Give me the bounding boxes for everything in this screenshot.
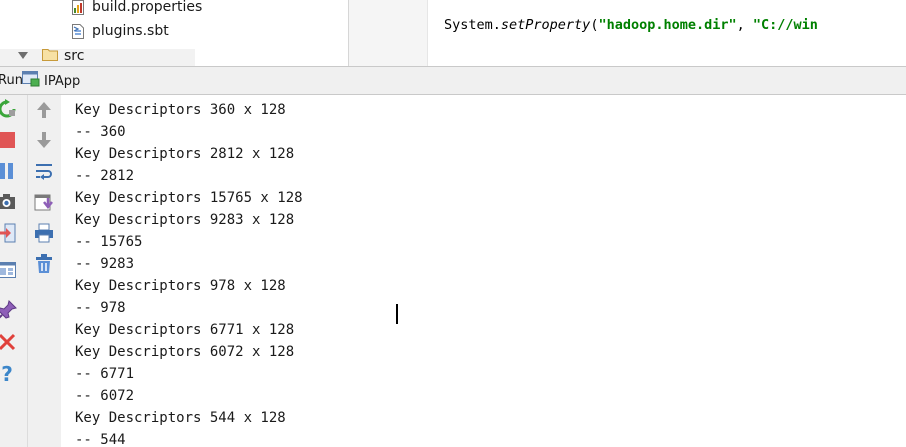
run-config-icon	[22, 71, 40, 91]
tree-item-label: src	[64, 48, 85, 64]
run-tool-window-header: Run IPApp	[0, 66, 906, 95]
scroll-to-end-icon	[34, 192, 54, 216]
tree-item-plugins-sbt[interactable]: plugins.sbt	[72, 21, 169, 41]
soft-wrap-button[interactable]	[33, 162, 55, 184]
run-outer-toolbar: ?	[0, 95, 27, 447]
pause-icon	[0, 162, 16, 184]
chevron-down-icon[interactable]	[18, 48, 32, 64]
print-icon	[34, 223, 54, 247]
next-occurrence-button[interactable]	[33, 131, 55, 153]
close-button[interactable]	[0, 333, 18, 355]
console-line: Key Descriptors 6771 x 128	[75, 322, 295, 338]
console-line: -- 360	[75, 124, 126, 140]
console-line: -- 2812	[75, 168, 135, 184]
console-line: -- 15765	[75, 234, 143, 250]
code-method-token: setProperty	[500, 17, 591, 33]
console-line: -- 9283	[75, 256, 135, 272]
layout-icon	[0, 261, 17, 283]
pin-button[interactable]	[0, 300, 18, 324]
stop-button[interactable]	[0, 131, 18, 153]
dump-threads-button[interactable]	[0, 193, 18, 215]
clear-all-button[interactable]	[33, 254, 55, 278]
camera-icon	[0, 193, 17, 215]
sbt-file-icon	[72, 23, 84, 39]
close-icon	[0, 333, 16, 355]
soft-wrap-icon	[34, 162, 54, 184]
console-lines: Key Descriptors 360 x 128 -- 360 Key Des…	[75, 99, 303, 447]
tree-item-src[interactable]: src	[18, 46, 84, 66]
exit-icon	[0, 223, 17, 247]
console-line: -- 6072	[75, 388, 135, 404]
scroll-to-end-button[interactable]	[33, 193, 55, 215]
gutter-separator	[427, 0, 428, 66]
console-line: -- 978	[75, 300, 126, 316]
console-line: Key Descriptors 6072 x 128	[75, 344, 295, 360]
tree-item-label: build.properties	[92, 0, 203, 15]
console-line: Key Descriptors 360 x 128	[75, 102, 286, 118]
tree-item-label: plugins.sbt	[92, 23, 169, 39]
console-line: Key Descriptors 544 x 128	[75, 410, 286, 426]
down-arrow-icon	[36, 131, 52, 153]
print-button[interactable]	[33, 223, 55, 247]
trash-icon	[35, 254, 53, 278]
project-tree: build.properties plugins.sbt src	[0, 0, 348, 66]
rerun-button[interactable]	[0, 99, 18, 123]
console-output[interactable]: Key Descriptors 360 x 128 -- 360 Key Des…	[61, 95, 906, 447]
previous-occurrence-button[interactable]	[33, 101, 55, 123]
restore-layout-button[interactable]	[0, 261, 18, 283]
run-panel-title: Run	[0, 73, 23, 88]
pause-button[interactable]	[0, 162, 18, 184]
properties-file-icon	[72, 0, 84, 15]
pin-icon	[0, 300, 17, 324]
tab-label: IPApp	[44, 73, 81, 89]
console-line: Key Descriptors 15765 x 128	[75, 190, 303, 206]
code-string-token: "C://win	[752, 17, 818, 33]
code-token: System.	[444, 17, 501, 33]
console-line: Key Descriptors 9283 x 128	[75, 212, 295, 228]
code-string-token: "hadoop.home.dir"	[598, 17, 737, 33]
editor-code-line[interactable]: System.setProperty("hadoop.home.dir", "C…	[444, 17, 818, 33]
help-icon: ?	[1, 362, 13, 386]
help-button[interactable]: ?	[0, 363, 18, 385]
console-line: Key Descriptors 978 x 128	[75, 278, 286, 294]
top-area: build.properties plugins.sbt src System.…	[0, 0, 906, 66]
editor-gutter	[349, 0, 427, 66]
console-line: -- 6771	[75, 366, 135, 382]
tab-ipapp[interactable]: IPApp	[22, 70, 80, 92]
exit-button[interactable]	[0, 223, 18, 247]
code-token: ,	[736, 17, 753, 33]
text-caret	[396, 304, 398, 324]
stop-icon	[0, 131, 16, 153]
folder-icon	[42, 48, 58, 65]
tree-item-build-properties[interactable]: build.properties	[72, 0, 202, 17]
run-inner-toolbar	[27, 95, 61, 447]
console-line: -- 544	[75, 432, 126, 447]
rerun-icon	[0, 99, 17, 123]
up-arrow-icon	[36, 101, 52, 123]
console-line: Key Descriptors 2812 x 128	[75, 146, 295, 162]
